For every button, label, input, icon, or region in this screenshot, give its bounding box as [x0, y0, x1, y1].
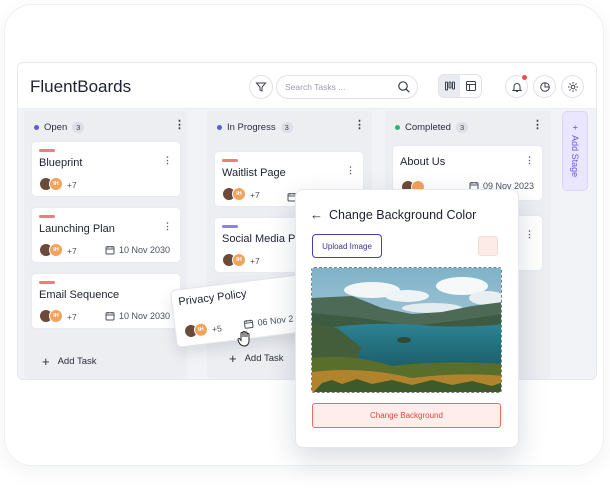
card-menu-button[interactable]: ⋮: [163, 222, 172, 231]
avatar: IH: [232, 187, 246, 201]
due-date-text: 10 Nov 2030: [119, 311, 171, 321]
table-icon: [465, 81, 476, 91]
avatar: IH: [49, 177, 63, 191]
card-title: Privacy Policy: [177, 288, 248, 309]
column-header: In Progress 3: [217, 122, 293, 133]
calendar-icon: [105, 312, 115, 321]
card-title: About Us: [400, 156, 446, 168]
background-image-preview[interactable]: [311, 267, 502, 393]
status-dot: [217, 125, 222, 130]
column-header: Completed 3: [395, 122, 469, 133]
landscape-image: [312, 268, 501, 392]
card-menu-button[interactable]: ⋮: [525, 156, 534, 165]
task-card[interactable]: Blueprint ⋮ IH +7: [31, 141, 181, 197]
pie-chart-icon: [539, 81, 550, 92]
change-background-dialog: ← Change Background Color Upload Image C: [295, 189, 519, 448]
status-dot: [34, 125, 39, 130]
view-toggle: [438, 74, 482, 98]
add-task-label: Add Task: [244, 353, 284, 364]
app-title: FluentBoards: [30, 77, 132, 96]
card-menu-button[interactable]: ⋮: [163, 156, 172, 165]
notifications-button[interactable]: [505, 74, 528, 98]
avatar: IH: [193, 321, 209, 338]
due-date: 10 Nov 2030: [105, 245, 170, 255]
filter-button[interactable]: [249, 75, 273, 99]
card-label: [222, 225, 238, 228]
search-placeholder: Search Tasks ...: [285, 82, 346, 92]
color-swatch[interactable]: [478, 236, 498, 256]
dialog-header: ← Change Background Color: [310, 207, 476, 222]
add-stage-button[interactable]: + Add Stage: [562, 111, 588, 191]
assignee-more-count: +7: [250, 190, 260, 200]
search-input[interactable]: Search Tasks ...: [276, 75, 418, 99]
back-arrow-icon[interactable]: ←: [310, 207, 323, 222]
column-title: In Progress: [227, 122, 276, 133]
assignee-more-count: +7: [250, 256, 260, 266]
due-date-text: 06 Nov 2: [256, 313, 294, 328]
card-title: Social Media Pla: [222, 233, 304, 245]
top-bar: FluentBoards Search Tasks ...: [18, 63, 596, 109]
bell-icon: [511, 82, 522, 92]
add-stage-text: Add Stage: [570, 135, 580, 178]
column-count-badge: 3: [72, 122, 85, 133]
table-view-button[interactable]: [460, 75, 481, 97]
column-menu-button[interactable]: ⋮: [532, 120, 543, 131]
status-dot: [395, 125, 400, 130]
column-menu-button[interactable]: ⋮: [354, 120, 365, 131]
card-label: [39, 281, 55, 284]
card-label: [39, 149, 55, 152]
add-task-button[interactable]: + Add Task: [229, 351, 284, 366]
filter-icon: [255, 82, 267, 92]
card-title: Waitlist Page: [222, 167, 286, 179]
columns-icon: [444, 81, 455, 91]
column-count-badge: 3: [455, 122, 469, 133]
plus-icon: +: [42, 354, 50, 369]
add-task-button[interactable]: + Add Task: [42, 354, 97, 369]
column-header: Open 3: [34, 122, 85, 133]
due-date: 10 Nov 2030: [105, 311, 170, 321]
card-menu-button[interactable]: ⋮: [346, 166, 355, 175]
card-title: Blueprint: [39, 157, 83, 169]
avatar: IH: [232, 253, 246, 267]
calendar-icon: [105, 246, 115, 255]
grab-cursor-icon: [237, 331, 250, 347]
card-title: Email Sequence: [39, 289, 120, 301]
column-open: Open 3 ⋮ Blueprint ⋮ IH +7 Launching Pla…: [24, 111, 187, 379]
task-card[interactable]: Email Sequence IH +7 10 Nov 2030: [31, 273, 181, 329]
avatar: IH: [49, 243, 63, 257]
plus-icon: +: [229, 351, 237, 366]
search-icon: [398, 81, 410, 93]
settings-button[interactable]: [561, 75, 584, 98]
column-count-badge: 3: [280, 122, 293, 133]
due-date: 06 Nov 2: [243, 313, 294, 329]
assignee-more-count: +7: [67, 246, 77, 256]
notification-dot: [521, 74, 528, 81]
board-view-button[interactable]: [439, 75, 460, 97]
assignee-more-count: +7: [67, 180, 77, 190]
reports-button[interactable]: [533, 75, 556, 98]
add-task-label: Add Task: [57, 356, 97, 367]
add-stage-label: + Add Stage: [570, 124, 580, 178]
calendar-icon: [243, 319, 254, 329]
dialog-title: Change Background Color: [329, 207, 477, 222]
column-menu-button[interactable]: ⋮: [174, 120, 185, 131]
assignee-more-count: +7: [67, 312, 77, 322]
task-card[interactable]: Launching Plan ⋮ IH +7 10 Nov 2030: [31, 207, 181, 263]
card-menu-button[interactable]: ⋮: [525, 230, 534, 239]
assignee-more-count: +5: [211, 323, 223, 335]
change-background-button[interactable]: Change Background: [312, 403, 501, 428]
upload-image-button[interactable]: Upload Image: [312, 234, 382, 258]
due-date-text: 10 Nov 2030: [119, 245, 171, 255]
column-title: Completed: [405, 122, 451, 133]
gear-icon: [567, 81, 578, 92]
avatar: IH: [49, 309, 63, 323]
card-label: [222, 159, 238, 162]
card-label: [39, 215, 55, 218]
card-title: Launching Plan: [39, 223, 115, 235]
column-title: Open: [44, 122, 68, 133]
